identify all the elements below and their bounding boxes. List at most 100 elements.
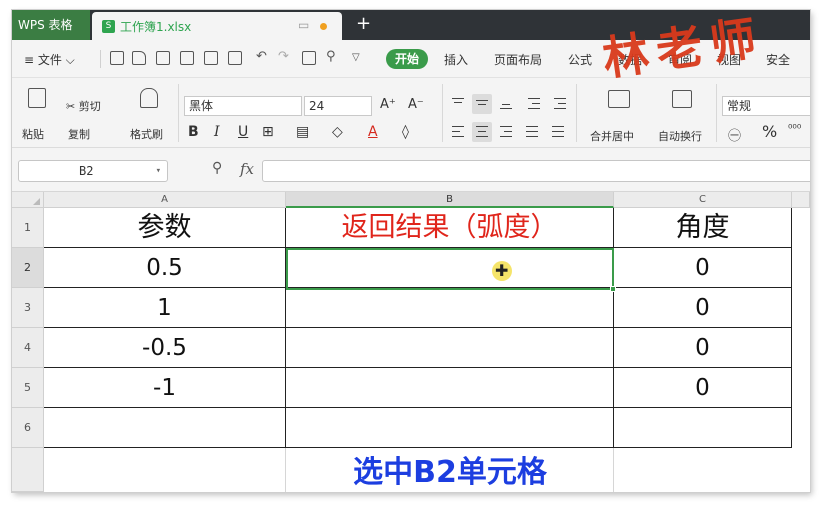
cell-b1[interactable]: 返回结果（弧度） (286, 208, 614, 248)
zoom-magnifier-icon[interactable]: ⚲ (212, 160, 222, 176)
formula-input[interactable] (262, 160, 810, 182)
document-name: 工作簿1.xlsx (120, 20, 192, 34)
column-header-a[interactable]: A (44, 192, 286, 208)
thousands-separator-button[interactable]: ⁰⁰⁰ (788, 122, 801, 135)
paste-icon[interactable] (28, 88, 46, 108)
merge-center-button[interactable]: 合并居中 (590, 128, 634, 144)
cell-b6[interactable] (286, 408, 614, 448)
cell-b4[interactable] (286, 328, 614, 368)
ribbon-divider (576, 84, 577, 142)
unsaved-dot-icon (320, 23, 327, 30)
row-header-1[interactable]: 1 (12, 208, 44, 248)
cell-c5[interactable]: 0 (614, 368, 792, 408)
print-icon[interactable] (180, 51, 194, 65)
column-header-c[interactable]: C (614, 192, 792, 208)
tab-insert[interactable]: 插入 (444, 51, 468, 68)
cell-a4[interactable]: -0.5 (44, 328, 286, 368)
justify-icon[interactable] (522, 122, 542, 142)
align-right-icon[interactable] (496, 122, 516, 142)
clear-format-icon[interactable]: ◊ (402, 124, 409, 140)
cell-c6[interactable] (614, 408, 792, 448)
cell-b5[interactable] (286, 368, 614, 408)
align-left-icon[interactable] (448, 122, 468, 142)
file-menu[interactable]: ≡ 文件 ⌵ (24, 51, 75, 68)
find-icon[interactable] (228, 51, 242, 65)
formula-bar: B2 ▾ ⚲ fx (12, 148, 810, 192)
cell-a6[interactable] (44, 408, 286, 448)
row-header-7[interactable] (12, 448, 44, 492)
new-file-icon[interactable] (110, 51, 124, 65)
cell-c1[interactable]: 角度 (614, 208, 792, 248)
column-header-d[interactable] (792, 192, 810, 208)
format-painter-icon[interactable] (140, 88, 158, 108)
tab-page-layout[interactable]: 页面布局 (494, 51, 542, 68)
wrap-text-icon[interactable] (672, 90, 692, 108)
cell-a3[interactable]: 1 (44, 288, 286, 328)
align-bottom-icon[interactable] (496, 94, 516, 114)
shrink-font-button[interactable]: A⁻ (408, 97, 424, 112)
font-color-icon[interactable]: A (368, 124, 378, 140)
align-center-icon[interactable] (472, 122, 492, 142)
number-format-select[interactable]: 常规 (722, 96, 810, 116)
row-header-3[interactable]: 3 (12, 288, 44, 328)
zoom-icon[interactable]: ⚲ (326, 49, 336, 64)
print-preview-icon[interactable] (204, 51, 218, 65)
insert-function-button[interactable]: fx (240, 160, 254, 178)
monitor-icon[interactable]: ▭ (298, 18, 309, 32)
align-top-icon[interactable] (448, 94, 468, 114)
cell-c2[interactable]: 0 (614, 248, 792, 288)
chevron-down-icon[interactable]: ▾ (156, 161, 161, 181)
cell-a1[interactable]: 参数 (44, 208, 286, 248)
percent-button[interactable]: % (762, 122, 777, 141)
tab-security[interactable]: 安全 (766, 51, 790, 68)
cell-a2[interactable]: 0.5 (44, 248, 286, 288)
open-folder-icon[interactable] (132, 51, 146, 65)
tab-formulas[interactable]: 公式 (568, 51, 592, 68)
column-header-b[interactable]: B (286, 192, 614, 208)
new-tab-button[interactable]: + (356, 14, 371, 34)
row-header-2[interactable]: 2 (12, 248, 44, 288)
fill-color-icon[interactable]: ◇ (332, 124, 343, 140)
start-tab[interactable]: 开始 (386, 49, 428, 69)
italic-button[interactable]: I (214, 124, 220, 140)
grow-font-button[interactable]: A⁺ (380, 97, 396, 112)
decrease-indent-icon[interactable] (524, 94, 544, 114)
cell-a5[interactable]: -1 (44, 368, 286, 408)
app-tab[interactable]: WPS 表格 (12, 10, 90, 40)
font-name-select[interactable]: 黑体 (184, 96, 302, 116)
name-box[interactable]: B2 ▾ (18, 160, 168, 182)
font-size-select[interactable]: 24 (304, 96, 372, 116)
undo-icon[interactable]: ↶ (256, 49, 267, 64)
currency-button[interactable]: ㊀ (728, 125, 741, 144)
row-header-6[interactable]: 6 (12, 408, 44, 448)
redo-icon[interactable]: ↷ (278, 49, 289, 64)
cell-b3[interactable] (286, 288, 614, 328)
cell-c3[interactable]: 0 (614, 288, 792, 328)
row-header-5[interactable]: 5 (12, 368, 44, 408)
distributed-align-icon[interactable] (548, 122, 568, 142)
menu-divider (100, 50, 101, 68)
borders-icon[interactable]: ⊞ (262, 124, 274, 140)
fill-pattern-icon[interactable]: ▤ (296, 124, 309, 140)
select-all-corner[interactable] (12, 192, 44, 208)
copy-button[interactable]: 复制 (68, 126, 90, 142)
underline-button[interactable]: U (238, 124, 248, 140)
increase-indent-icon[interactable] (550, 94, 570, 114)
bold-button[interactable]: B (188, 124, 199, 140)
export-pdf-icon[interactable] (302, 51, 316, 65)
merge-center-icon[interactable] (608, 90, 630, 108)
ribbon-divider (716, 84, 717, 142)
document-tab[interactable]: S 工作簿1.xlsx ▭ (92, 12, 342, 40)
wrap-text-button[interactable]: 自动换行 (658, 128, 702, 144)
save-icon[interactable] (156, 51, 170, 65)
paste-button[interactable]: 粘贴 (22, 126, 44, 142)
more-dropdown-icon[interactable]: ▽ (352, 52, 360, 63)
align-middle-icon[interactable] (472, 94, 492, 114)
format-painter-button[interactable]: 格式刷 (130, 126, 163, 142)
cut-button[interactable]: ✂ 剪切 (66, 98, 101, 114)
ribbon-divider (178, 84, 179, 142)
row-header-4[interactable]: 4 (12, 328, 44, 368)
cell-c4[interactable]: 0 (614, 328, 792, 368)
ribbon: 粘贴 ✂ 剪切 复制 格式刷 黑体 24 A⁺ A⁻ B I U ⊞ ▤ ◇ A… (12, 78, 810, 148)
fill-handle[interactable] (610, 286, 616, 292)
